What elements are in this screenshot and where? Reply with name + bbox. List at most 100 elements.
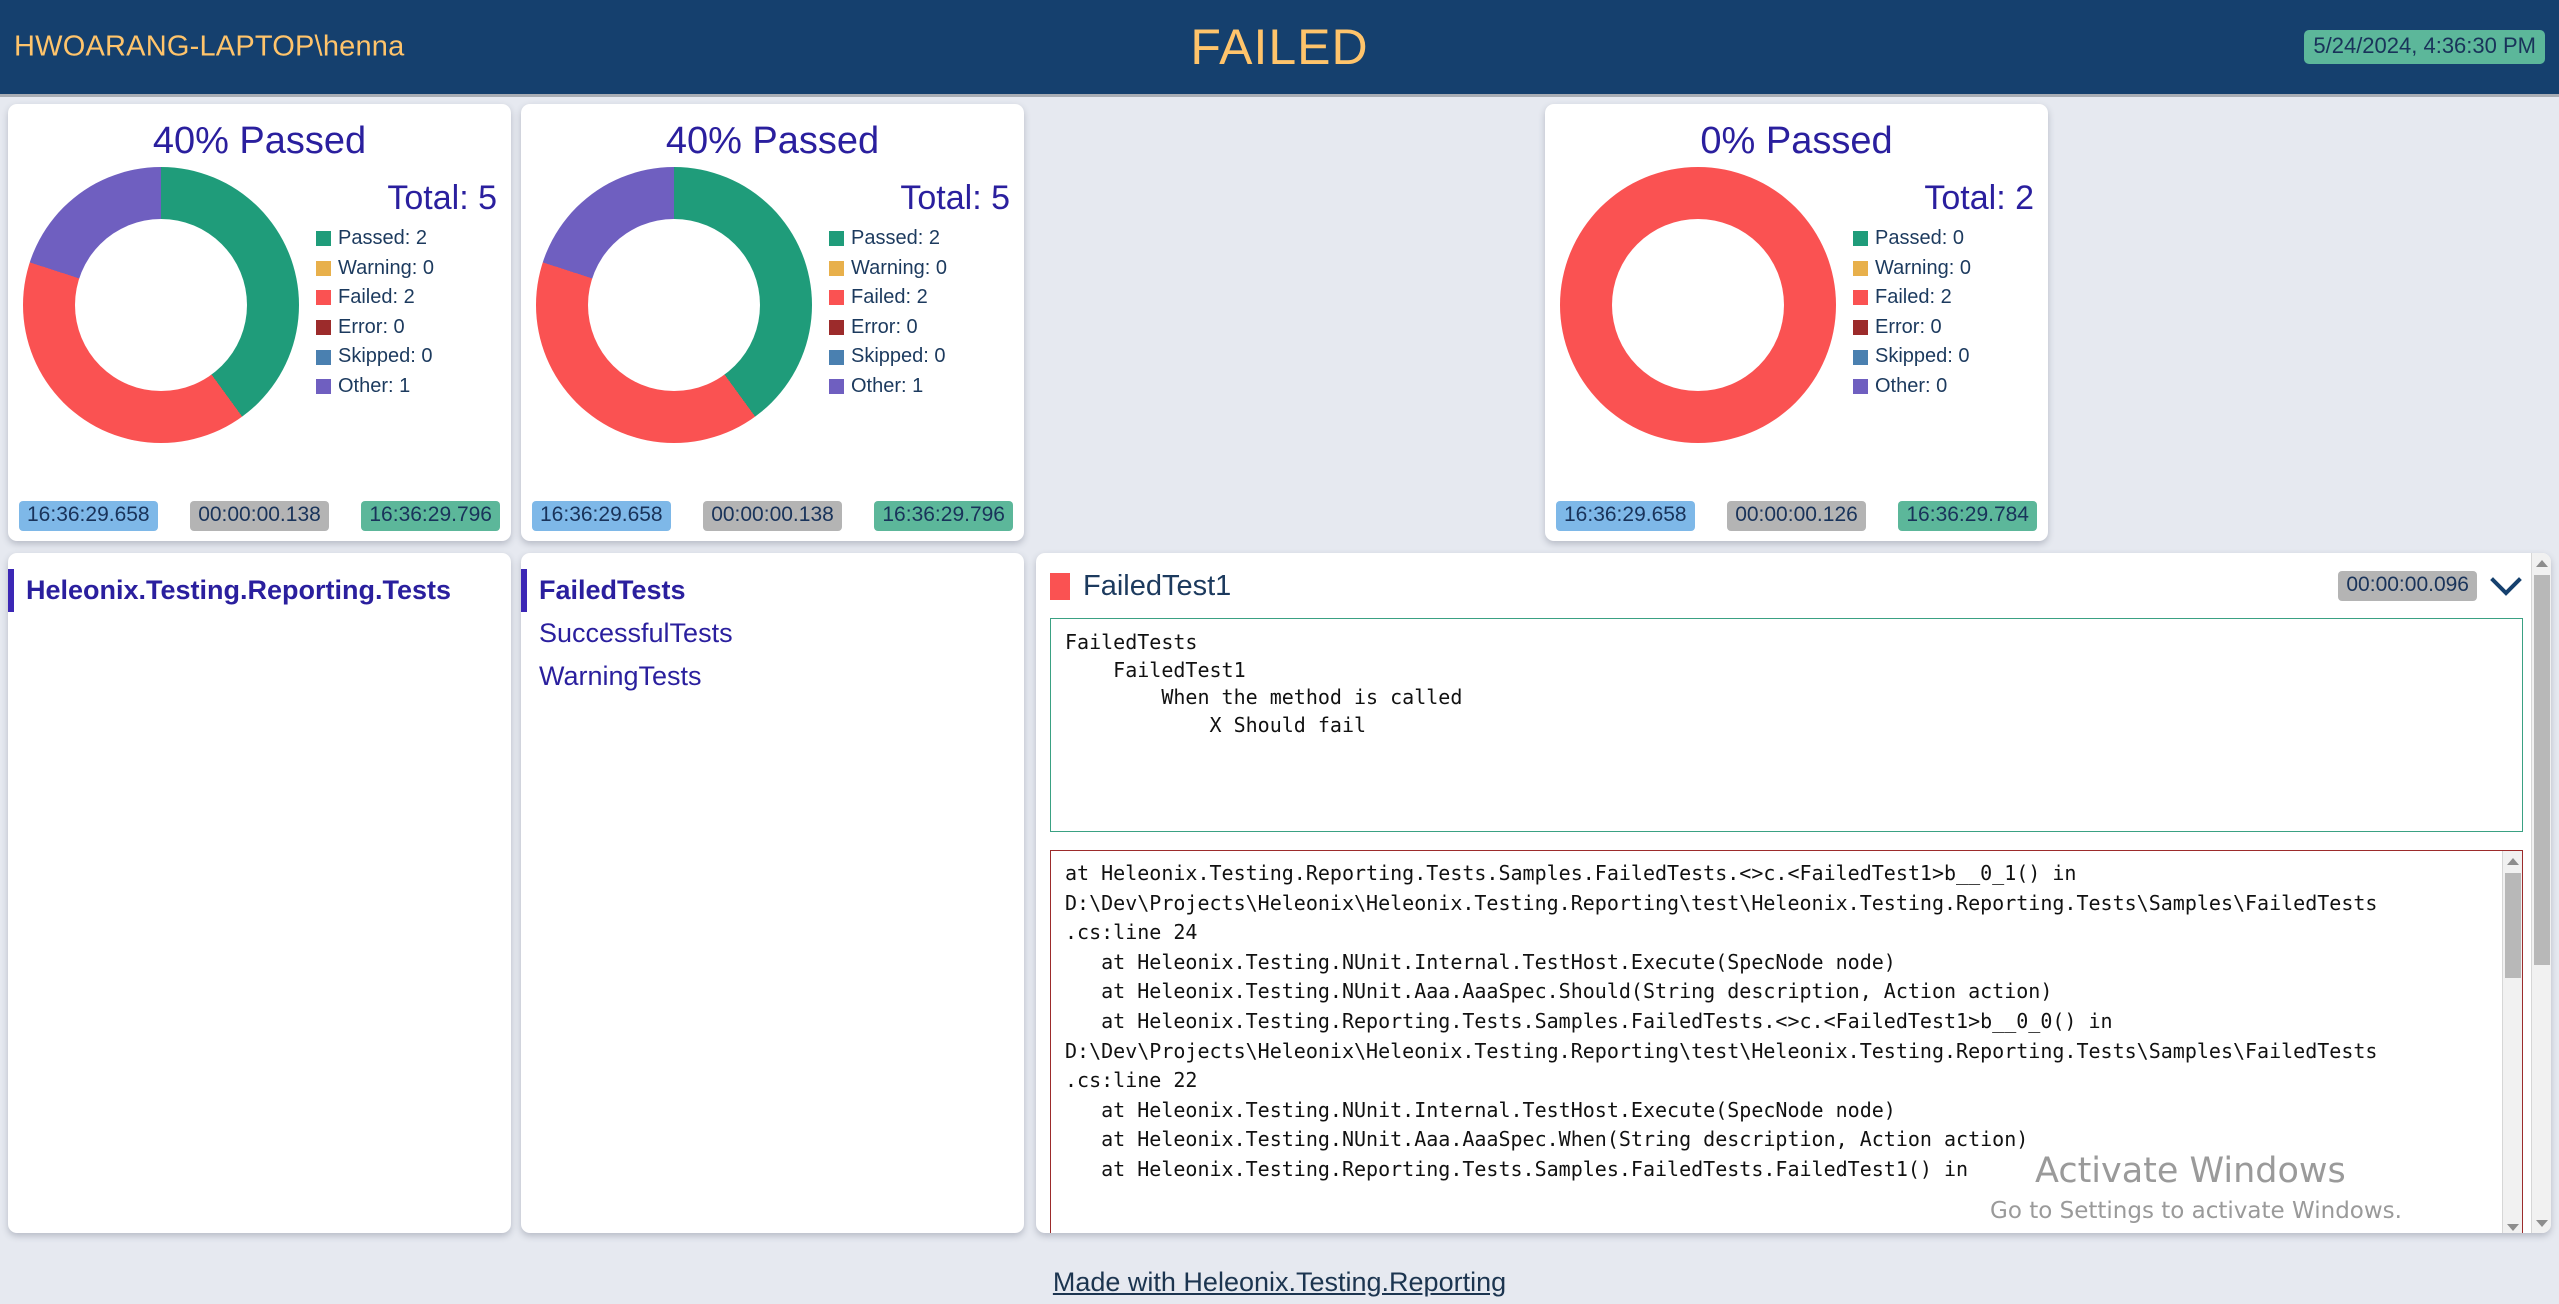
- legend-swatch-icon: [829, 231, 844, 247]
- legend-item: Failed: 2: [316, 283, 501, 313]
- card-time-badges: 16:36:29.658 00:00:00.138 16:36:29.796: [8, 501, 511, 531]
- test-name-label: FailedTest1: [1083, 569, 1232, 602]
- legend-label: Failed: 2: [338, 286, 415, 309]
- legend-item: Skipped: 0: [1853, 342, 2038, 372]
- legend-swatch-icon: [829, 379, 844, 395]
- start-time-badge: 16:36:29.658: [19, 501, 158, 531]
- test-group-item-2[interactable]: WarningTests: [521, 655, 1024, 698]
- test-group-item-1[interactable]: SuccessfulTests: [521, 612, 1024, 655]
- legend-item: Passed: 0: [1853, 224, 2038, 254]
- start-time-badge: 16:36:29.658: [1556, 501, 1695, 531]
- legend-label: Error: 0: [1875, 315, 1942, 338]
- test-output-box: FailedTests FailedTest1 When the method …: [1050, 618, 2523, 832]
- legend-label: Warning: 0: [851, 256, 947, 279]
- legend-swatch-icon: [829, 260, 844, 276]
- legend-label: Passed: 2: [338, 227, 427, 249]
- legend-label: Passed: 2: [851, 227, 940, 249]
- legend-label: Skipped: 0: [338, 345, 433, 368]
- detail-scroll-thumb[interactable]: [2534, 575, 2550, 965]
- card-pass-rate-title: 0% Passed: [1700, 120, 1893, 162]
- legend-swatch-icon: [316, 379, 331, 395]
- card-time-badges: 16:36:29.658 00:00:00.138 16:36:29.796: [521, 501, 1024, 531]
- legend-item: Error: 0: [316, 313, 501, 343]
- legend-list: Passed: 2 Warning: 0 Failed: 2 Error: 0 Skip…: [316, 224, 501, 402]
- suite-item-0[interactable]: Heleonix.Testing.Reporting.Tests: [8, 569, 511, 612]
- legend-swatch-icon: [829, 349, 844, 365]
- donut-ring: [536, 167, 812, 443]
- legend-label: Warning: 0: [338, 256, 434, 279]
- card-body: Total: 5 Passed: 2 Warning: 0 Failed: 2 Erro…: [8, 167, 511, 443]
- legend-label: Skipped: 0: [1875, 345, 1970, 368]
- summary-card: 0% Passed Total: 2 Passed: 0 Warning: 0 Fail…: [1545, 104, 2048, 541]
- card-legend: Total: 5 Passed: 2 Warning: 0 Failed: 2 Erro…: [829, 179, 1014, 402]
- legend-item: Passed: 2: [829, 224, 1014, 254]
- legend-item: Other: 1: [829, 372, 1014, 402]
- footer: Made with Heleonix.Testing.Reporting: [0, 1267, 2559, 1298]
- legend-label: Error: 0: [851, 315, 918, 338]
- end-time-badge: 16:36:29.796: [361, 501, 500, 531]
- tests-panel: FailedTests SuccessfulTests WarningTests: [521, 553, 1024, 1233]
- card-legend: Total: 5 Passed: 2 Warning: 0 Failed: 2 Erro…: [316, 179, 501, 402]
- legend-item: Error: 0: [829, 313, 1014, 343]
- test-output-text: FailedTests FailedTest1 When the method …: [1065, 630, 1463, 737]
- legend-label: Failed: 2: [1875, 286, 1952, 309]
- card-time-badges: 16:36:29.658 00:00:00.126 16:36:29.784: [1545, 501, 2048, 531]
- legend-label: Passed: 0: [1875, 227, 1964, 249]
- start-time-badge: 16:36:29.658: [532, 501, 671, 531]
- test-detail-panel: FailedTest1 00:00:00.096 FailedTests Fai…: [1036, 553, 2551, 1233]
- donut-chart: [1560, 167, 1850, 443]
- detail-panel-scrollbar[interactable]: [2531, 553, 2551, 1233]
- card-pass-rate-title: 40% Passed: [152, 120, 367, 162]
- legend-swatch-icon: [316, 349, 331, 365]
- test-group-item-0[interactable]: FailedTests: [521, 569, 1024, 612]
- test-duration-badge: 00:00:00.096: [2338, 571, 2477, 601]
- legend-item: Other: 0: [1853, 372, 2038, 402]
- donut-chart: [23, 167, 313, 443]
- legend-swatch-icon: [316, 260, 331, 276]
- suite-list: Heleonix.Testing.Reporting.Tests: [8, 553, 511, 612]
- test-detail-header[interactable]: FailedTest1 00:00:00.096: [1046, 563, 2527, 609]
- card-legend: Total: 2 Passed: 0 Warning: 0 Failed: 2 Erro…: [1853, 179, 2038, 402]
- legend-label: Other: 0: [1875, 374, 1948, 397]
- legend-swatch-icon: [829, 290, 844, 306]
- card-total-label: Total: 2: [1924, 179, 2034, 217]
- legend-list: Passed: 0 Warning: 0 Failed: 2 Error: 0 Skip…: [1853, 224, 2038, 402]
- legend-swatch-icon: [1853, 320, 1868, 336]
- machine-user-label: HWOARANG-LAPTOP\henna: [14, 30, 405, 63]
- legend-swatch-icon: [316, 290, 331, 306]
- stack-trace-scrollbar[interactable]: [2502, 851, 2522, 1233]
- legend-swatch-icon: [316, 320, 331, 336]
- card-body: Total: 5 Passed: 2 Warning: 0 Failed: 2 Erro…: [521, 167, 1024, 443]
- legend-item: Warning: 0: [1853, 254, 2038, 284]
- made-with-link[interactable]: Made with Heleonix.Testing.Reporting: [1053, 1267, 1506, 1297]
- card-pass-rate-title: 40% Passed: [665, 120, 880, 162]
- stack-trace-scroll-down-icon[interactable]: [2503, 1217, 2522, 1233]
- legend-label: Other: 1: [338, 374, 411, 397]
- test-group-list: FailedTests SuccessfulTests WarningTests: [521, 553, 1024, 698]
- duration-badge: 00:00:00.126: [1727, 501, 1866, 531]
- legend-label: Error: 0: [338, 315, 405, 338]
- legend-label: Other: 1: [851, 374, 924, 397]
- legend-swatch-icon: [316, 231, 331, 247]
- top-status-bar: HWOARANG-LAPTOP\henna FAILED 5/24/2024, …: [0, 0, 2559, 97]
- legend-swatch-icon: [1853, 349, 1868, 365]
- legend-item: Skipped: 0: [829, 342, 1014, 372]
- chevron-down-icon[interactable]: [2489, 574, 2523, 598]
- card-body: Total: 2 Passed: 0 Warning: 0 Failed: 2 Erro…: [1545, 167, 2048, 443]
- detail-scroll-down-icon[interactable]: [2532, 1213, 2551, 1233]
- stack-trace-text: at Heleonix.Testing.Reporting.Tests.Samp…: [1065, 861, 2378, 1181]
- card-total-label: Total: 5: [900, 179, 1010, 217]
- legend-label: Failed: 2: [851, 286, 928, 309]
- detail-scroll-up-icon[interactable]: [2532, 553, 2551, 573]
- legend-item: Skipped: 0: [316, 342, 501, 372]
- summary-card: 40% Passed Total: 5 Passed: 2 Warning: 0 Fai…: [521, 104, 1024, 541]
- legend-item: Warning: 0: [316, 254, 501, 284]
- suites-panel: Heleonix.Testing.Reporting.Tests: [8, 553, 511, 1233]
- stack-trace-scroll-up-icon[interactable]: [2503, 851, 2522, 871]
- stack-trace-scroll-thumb[interactable]: [2505, 873, 2521, 978]
- test-status-indicator-icon: [1050, 572, 1070, 600]
- end-time-badge: 16:36:29.796: [874, 501, 1013, 531]
- legend-item: Passed: 2: [316, 224, 501, 254]
- legend-swatch-icon: [829, 320, 844, 336]
- stack-trace-box: at Heleonix.Testing.Reporting.Tests.Samp…: [1050, 850, 2523, 1233]
